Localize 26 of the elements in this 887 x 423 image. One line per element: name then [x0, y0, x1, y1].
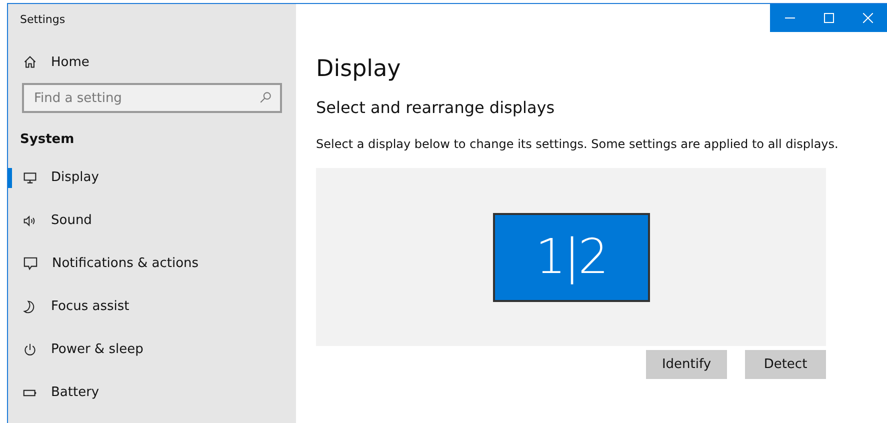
speaker-icon	[23, 214, 37, 228]
nav-item[interactable]: Sound	[8, 199, 296, 242]
close-button[interactable]	[848, 4, 887, 32]
nav-item[interactable]: Focus assist	[8, 285, 296, 328]
monitor-icon	[23, 170, 37, 184]
maximize-icon	[824, 13, 834, 23]
detect-button[interactable]: Detect	[745, 350, 826, 379]
section-title: Select and rearrange displays	[316, 98, 556, 117]
nav-item[interactable]: Notifications & actions	[8, 242, 296, 285]
search-icon	[259, 91, 272, 104]
speech-bubble-icon	[23, 256, 38, 271]
description: Select a display below to change its settings. Some settings are applied to all displays.	[316, 137, 840, 151]
nav-item[interactable]: Power & sleep	[8, 328, 296, 371]
search-field[interactable]: Find a setting	[22, 83, 282, 113]
nav-item[interactable]: Display	[8, 156, 296, 199]
nav-item[interactable]: Battery	[8, 371, 296, 414]
close-icon	[862, 13, 872, 23]
moon-icon	[23, 300, 37, 314]
section-heading: System	[19, 131, 76, 149]
display-tile[interactable]: 1|2	[492, 212, 650, 302]
window-title: Settings	[19, 12, 66, 28]
home-link[interactable]: Home	[8, 47, 296, 77]
identify-button[interactable]: Identify	[646, 350, 727, 379]
power-icon	[23, 342, 37, 356]
page-title: Display	[316, 56, 402, 82]
home-icon	[23, 55, 37, 69]
